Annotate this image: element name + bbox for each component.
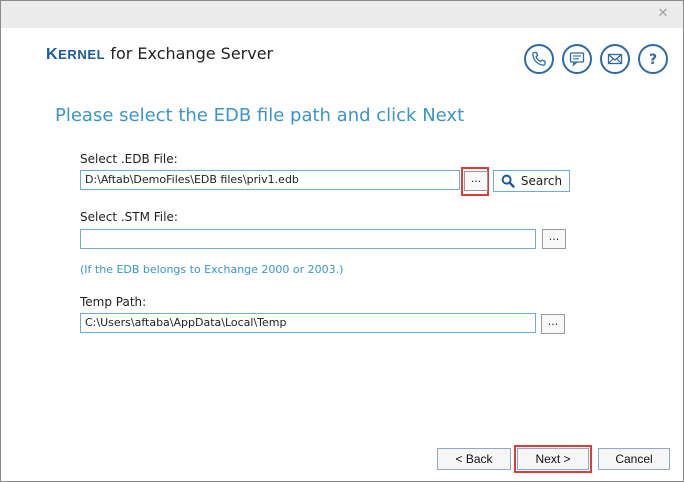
temp-path-label: Temp Path: [80, 295, 147, 309]
stm-file-input[interactable] [80, 229, 536, 249]
chat-icon[interactable] [562, 44, 592, 74]
search-button[interactable]: Search [493, 170, 570, 192]
close-window-button[interactable]: ✕ [653, 5, 673, 23]
temp-path-input[interactable]: C:\Users\aftaba\AppData\Local\Temp [80, 313, 536, 333]
stm-file-label: Select .STM File: [80, 210, 178, 224]
phone-icon[interactable] [524, 44, 554, 74]
page-heading: Please select the EDB file path and clic… [55, 105, 465, 126]
help-icon[interactable]: ? [638, 44, 668, 74]
title-bar: ✕ [1, 1, 683, 28]
stm-browse-button[interactable]: ... [542, 229, 566, 249]
search-button-label: Search [520, 174, 563, 188]
mail-icon[interactable] [600, 44, 630, 74]
svg-text:?: ? [649, 52, 657, 67]
back-button[interactable]: < Back [437, 448, 511, 470]
edb-browse-button[interactable]: ... [464, 171, 488, 191]
edb-file-input[interactable]: D:\Aftab\DemoFiles\EDB files\priv1.edb [80, 170, 460, 190]
search-icon [501, 174, 515, 188]
next-button[interactable]: Next > [517, 448, 589, 470]
cancel-button[interactable]: Cancel [598, 448, 670, 470]
stm-note: (If the EDB belongs to Exchange 2000 or … [80, 263, 344, 276]
wizard-window: ✕ KERNEL for Exchange Server ? Please se… [0, 0, 684, 482]
product-name: for Exchange Server [105, 44, 274, 63]
header-icons: ? [524, 44, 668, 74]
brand-title: KERNEL for Exchange Server [46, 44, 273, 64]
edb-file-label: Select .EDB File: [80, 152, 178, 166]
kernel-logo: KERNEL [46, 46, 106, 63]
temp-browse-button[interactable]: ... [541, 314, 565, 334]
